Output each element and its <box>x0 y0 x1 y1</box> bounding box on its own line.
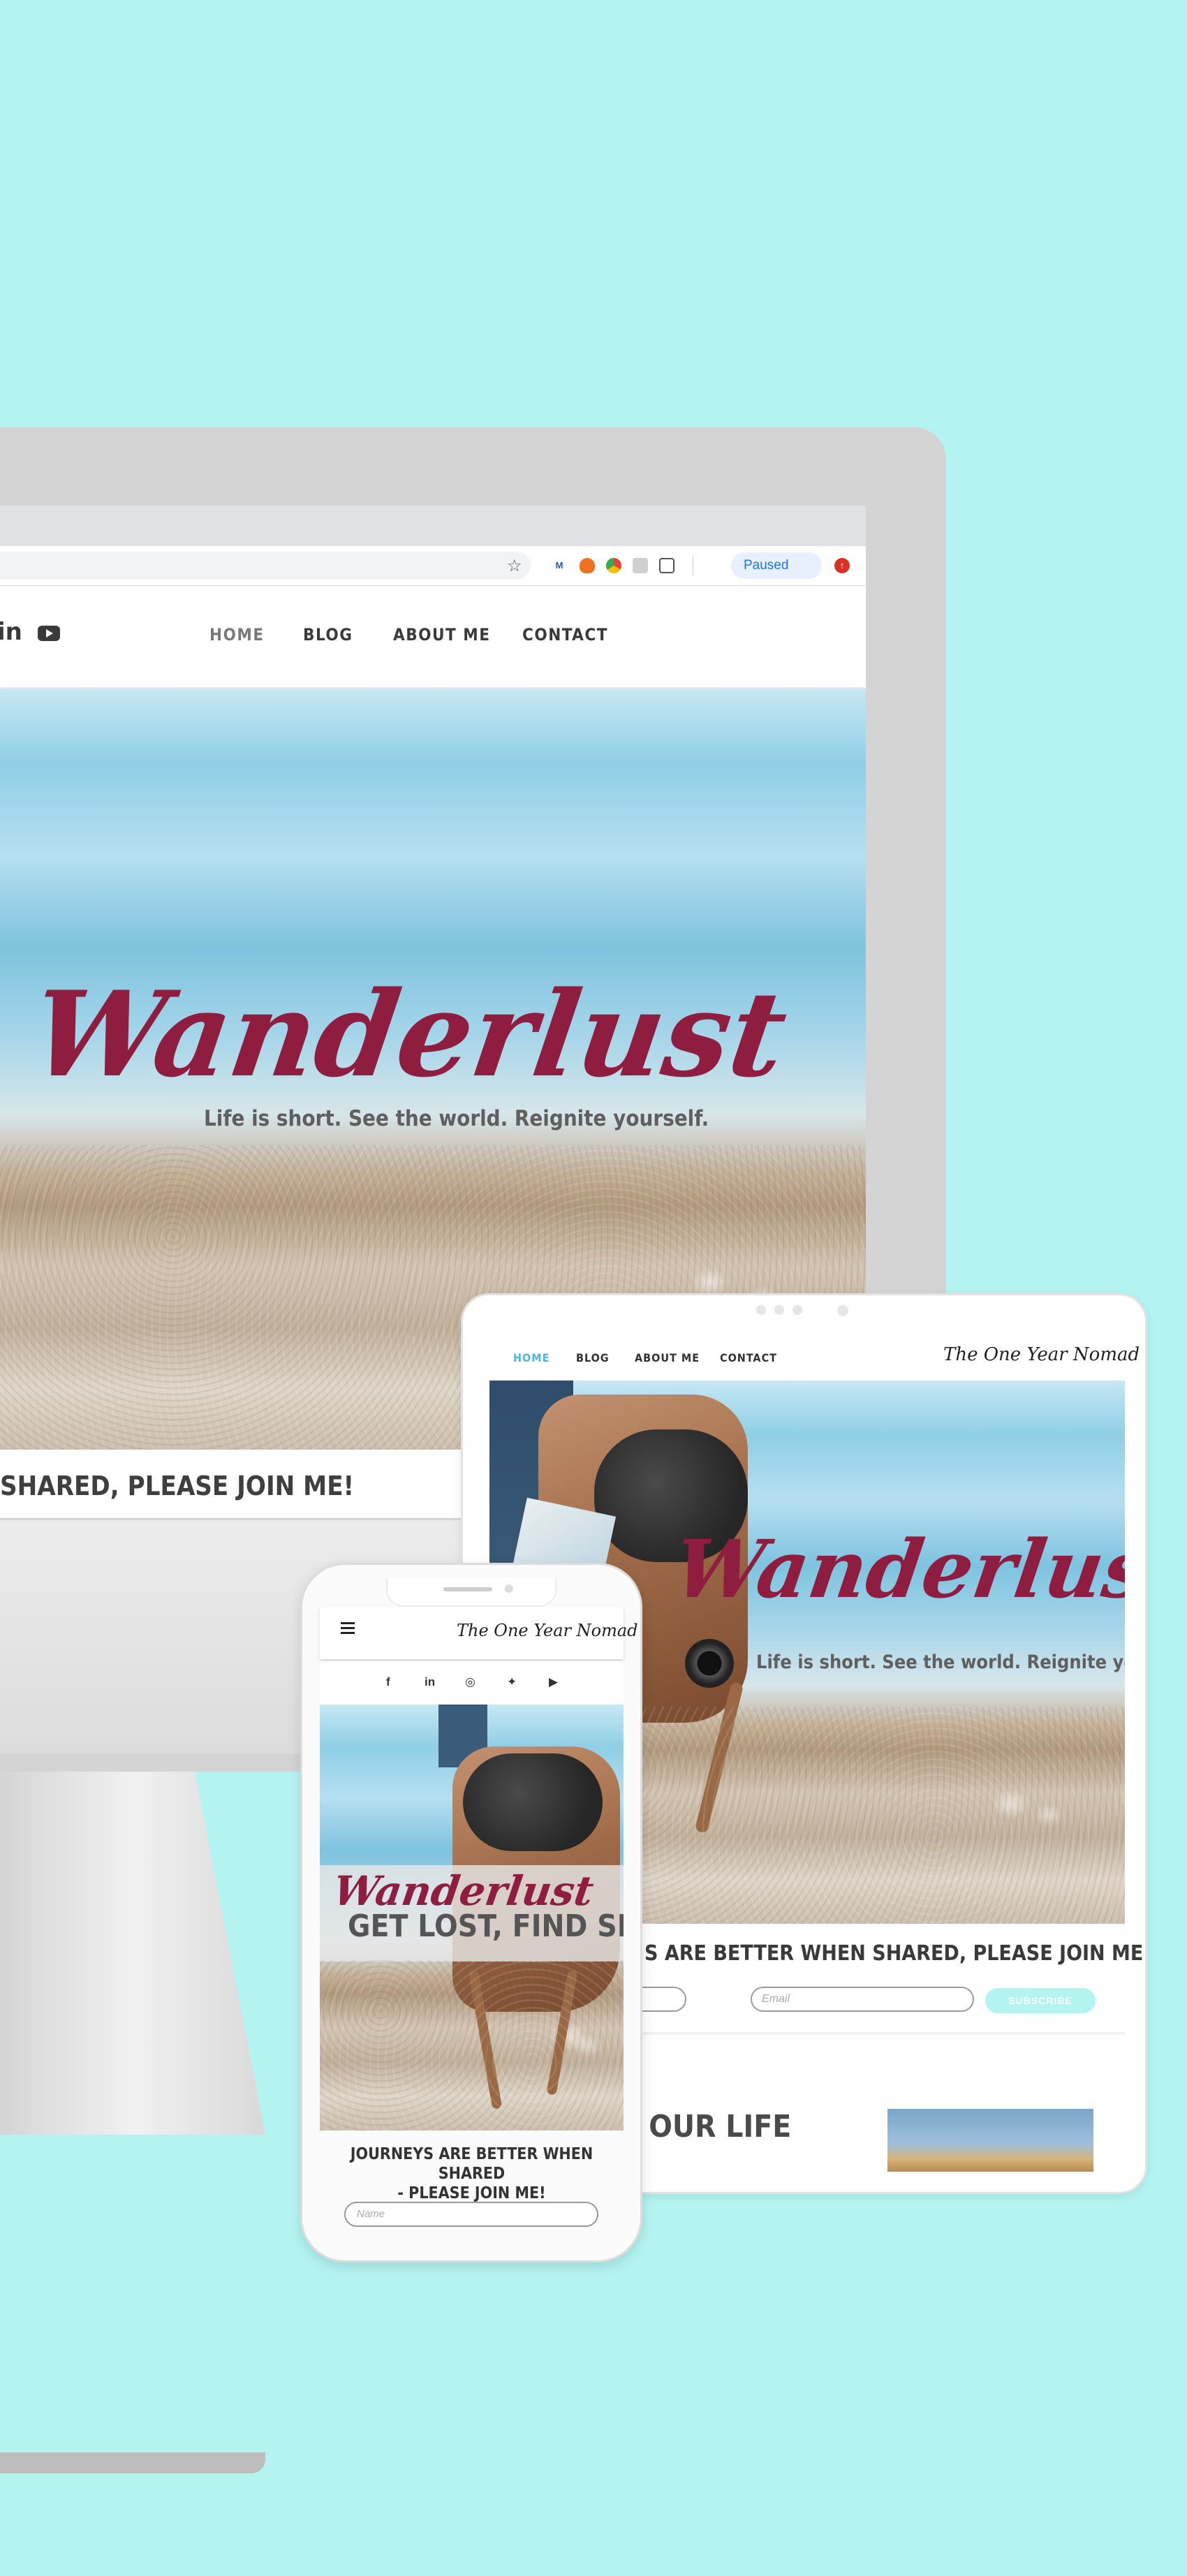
tablet-hero-title: Wanderlust <box>668 1522 1125 1616</box>
phone-speaker <box>443 1587 492 1591</box>
tablet-nav-about-me[interactable]: ABOUT ME <box>635 1351 700 1364</box>
phone-hero-subtitle: GET LOST, FIND SELF. <box>348 1908 624 1944</box>
phone-site-header: The One Year Nomad <box>320 1607 638 1659</box>
tablet-sensor <box>756 1305 766 1315</box>
phone-logo[interactable]: The One Year Nomad <box>457 1621 638 1640</box>
hero-tagline: Life is short. See the world. Reignite y… <box>204 1106 709 1131</box>
youtube-icon[interactable] <box>38 626 60 641</box>
phone-join-line-1: JOURNEYS ARE BETTER WHEN SHARED <box>350 2145 594 2183</box>
twitter-icon[interactable]: ✦ <box>507 1675 517 1689</box>
phone-device: The One Year Nomad f in ◎ ✦ ▶ Wanderlust… <box>300 1563 642 2262</box>
phone-notch <box>386 1577 556 1607</box>
phone-join-line-2: - PLEASE JOIN ME! <box>397 2184 546 2202</box>
tablet-logo[interactable]: The One Year Nomad <box>943 1344 1140 1365</box>
hamburger-menu-icon[interactable] <box>341 1622 355 1634</box>
tablet-blog-thumbnail[interactable] <box>887 2109 1093 2172</box>
camera-lens <box>685 1639 734 1688</box>
linkedin-icon[interactable]: in <box>425 1675 435 1689</box>
extension-shield-icon[interactable] <box>659 558 674 573</box>
profile-paused-button[interactable]: Paused A <box>731 552 822 579</box>
tablet-nav-contact[interactable]: CONTACT <box>720 1351 777 1364</box>
tablet-camera <box>837 1305 848 1316</box>
phone-hero-image: Wanderlust GET LOST, FIND SELF. <box>320 1705 624 2130</box>
backpack-strap <box>468 1970 503 2110</box>
youtube-icon[interactable]: ▶ <box>549 1675 558 1689</box>
tablet-section-title: G OUR LIFE <box>617 2109 792 2144</box>
phone-name-field[interactable]: Name <box>344 2202 598 2227</box>
star-icon[interactable]: ☆ <box>507 556 522 576</box>
phone-social-bar: f in ◎ ✦ ▶ <box>320 1661 624 1703</box>
tablet-sensor <box>774 1305 784 1315</box>
nav-contact[interactable]: CONTACT <box>522 625 608 645</box>
phone-hero-title: Wanderlust <box>330 1867 597 1915</box>
tablet-join-text: S ARE BETTER WHEN SHARED, PLEASE JOIN ME… <box>644 1941 1147 1966</box>
update-icon[interactable]: ↑ <box>834 558 850 573</box>
tablet-nav-home[interactable]: HOME <box>513 1351 550 1364</box>
tablet-email-field[interactable]: Email <box>751 1987 974 2012</box>
browser-toolbar: ☆ M Paused A ↑ <box>0 546 866 586</box>
tablet-sensor <box>792 1305 802 1315</box>
nav-blog[interactable]: BLOG <box>303 625 353 645</box>
phone-camera <box>505 1584 513 1593</box>
hero-title: Wanderlust <box>24 965 795 1103</box>
backpack-strap <box>546 1970 578 2096</box>
extension-flame-icon[interactable] <box>580 558 595 573</box>
rolled-blanket <box>463 1753 603 1851</box>
instagram-icon[interactable]: ◎ <box>465 1675 475 1689</box>
nav-home[interactable]: HOME <box>209 625 265 645</box>
subscribe-button[interactable]: SUBSCRIBE <box>985 1988 1096 2013</box>
site-header: in HOME BLOG ABOUT ME CONTACT <box>0 586 866 687</box>
monitor-stand <box>0 1758 265 2135</box>
nav-about-me[interactable]: ABOUT ME <box>393 625 491 645</box>
phone-hero-overlay: Wanderlust GET LOST, FIND SELF. <box>320 1865 624 1962</box>
extension-m-icon[interactable]: M <box>552 558 567 573</box>
extension-chrome-icon[interactable] <box>606 558 621 573</box>
join-strip-text: SHARED, PLEASE JOIN ME! <box>0 1471 355 1501</box>
address-bar[interactable] <box>0 552 531 580</box>
profile-status-label: Paused <box>744 558 789 573</box>
tablet-nav-blog[interactable]: BLOG <box>576 1351 610 1364</box>
facebook-icon[interactable]: f <box>386 1675 390 1689</box>
extension-chat-icon[interactable] <box>633 558 648 573</box>
tablet-hero-tagline: Life is short. See the world. Reignite y… <box>756 1651 1125 1673</box>
browser-tab-strip <box>0 506 866 546</box>
phone-join-text: JOURNEYS ARE BETTER WHEN SHARED - PLEASE… <box>320 2144 624 2203</box>
monitor-foot <box>0 2452 265 2473</box>
linkedin-icon[interactable]: in <box>0 618 22 646</box>
